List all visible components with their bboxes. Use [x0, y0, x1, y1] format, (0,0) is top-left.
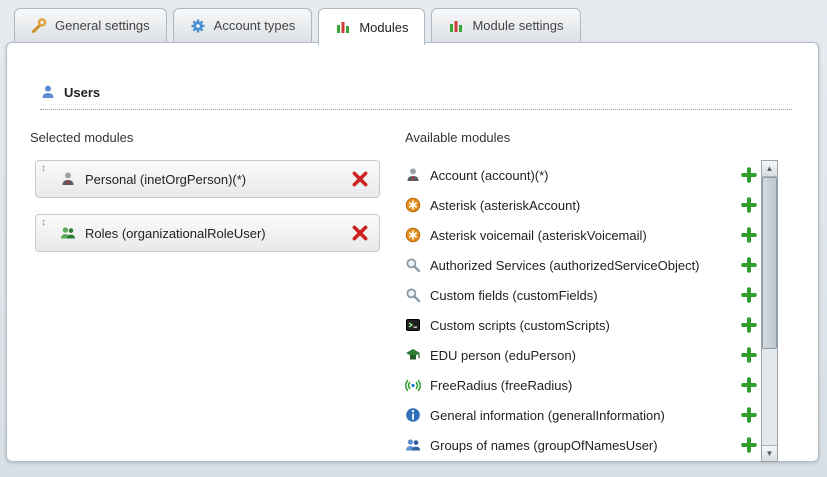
available-module-label: Authorized Services (authorizedServiceOb…: [430, 258, 732, 273]
add-icon[interactable]: [741, 197, 757, 213]
available-modules-scrollbar: ▲ ▼: [761, 160, 778, 462]
tab-module-settings[interactable]: Module settings: [431, 8, 580, 42]
available-modules-list: Account (account)(*) Asterisk (asteriskA…: [405, 160, 757, 460]
tab-modules[interactable]: Modules: [318, 8, 425, 45]
tab-label: Account types: [214, 18, 296, 33]
module-settings-icon: [448, 18, 464, 34]
available-module-account: Account (account)(*): [405, 160, 757, 190]
tab-label: General settings: [55, 18, 150, 33]
asterisk-icon: [405, 197, 421, 213]
available-module-label: Asterisk voicemail (asteriskVoicemail): [430, 228, 732, 243]
available-module-custom-fields: Custom fields (customFields): [405, 280, 757, 310]
add-icon[interactable]: [741, 437, 757, 453]
available-module-asterisk-voicemail: Asterisk voicemail (asteriskVoicemail): [405, 220, 757, 250]
available-module-custom-scripts: Custom scripts (customScripts): [405, 310, 757, 340]
tab-bar: General settings Account types Modules M…: [14, 8, 581, 45]
add-icon[interactable]: [741, 347, 757, 363]
selected-module-personal: ↕ Personal (inetOrgPerson)(*): [35, 160, 380, 198]
available-module-asterisk: Asterisk (asteriskAccount): [405, 190, 757, 220]
add-icon[interactable]: [741, 287, 757, 303]
wrench-icon: [31, 18, 47, 34]
terminal-icon: [405, 317, 421, 333]
modules-icon: [335, 19, 351, 35]
group-icon: [405, 437, 421, 453]
tab-label: Module settings: [472, 18, 563, 33]
available-module-label: Custom scripts (customScripts): [430, 318, 732, 333]
available-module-label: FreeRadius (freeRadius): [430, 378, 732, 393]
selected-module-label: Roles (organizationalRoleUser): [85, 226, 342, 241]
add-icon[interactable]: [741, 167, 757, 183]
magnifier-icon: [405, 287, 421, 303]
selected-modules-list: ↕ Personal (inetOrgPerson)(*) ↕ Roles (o…: [35, 160, 380, 268]
available-module-label: Custom fields (customFields): [430, 288, 732, 303]
scroll-up-icon[interactable]: ▲: [762, 161, 777, 177]
magnifier-icon: [405, 257, 421, 273]
scrollbar-track[interactable]: [762, 177, 777, 445]
gear-icon: [190, 18, 206, 34]
available-module-general-information: General information (generalInformation): [405, 400, 757, 430]
add-icon[interactable]: [741, 407, 757, 423]
available-module-authorized-services: Authorized Services (authorizedServiceOb…: [405, 250, 757, 280]
available-module-label: Account (account)(*): [430, 168, 732, 183]
asterisk-voicemail-icon: [405, 227, 421, 243]
available-module-label: EDU person (eduPerson): [430, 348, 732, 363]
scrollbar-thumb[interactable]: [762, 177, 777, 349]
drag-handle-icon[interactable]: ↕: [41, 164, 46, 174]
available-modules-heading: Available modules: [405, 130, 510, 145]
available-module-freeradius: FreeRadius (freeRadius): [405, 370, 757, 400]
add-icon[interactable]: [741, 377, 757, 393]
add-icon[interactable]: [741, 317, 757, 333]
tab-label: Modules: [359, 20, 408, 35]
user-icon: [40, 84, 56, 100]
available-module-label: General information (generalInformation): [430, 408, 732, 423]
info-icon: [405, 407, 421, 423]
tab-account-types[interactable]: Account types: [173, 8, 313, 42]
selected-module-label: Personal (inetOrgPerson)(*): [85, 172, 342, 187]
available-module-label: Groups of names (groupOfNamesUser): [430, 438, 732, 453]
selected-modules-heading: Selected modules: [30, 130, 133, 145]
drag-handle-icon[interactable]: ↕: [41, 218, 46, 228]
available-module-groups-of-names: Groups of names (groupOfNamesUser): [405, 430, 757, 460]
delete-icon[interactable]: [351, 170, 369, 188]
personal-icon: [60, 171, 76, 187]
available-module-label: Asterisk (asteriskAccount): [430, 198, 732, 213]
graduation-icon: [405, 347, 421, 363]
tab-general-settings[interactable]: General settings: [14, 8, 167, 42]
radio-waves-icon: [405, 377, 421, 393]
roles-icon: [60, 225, 76, 241]
selected-module-roles: ↕ Roles (organizationalRoleUser): [35, 214, 380, 252]
delete-icon[interactable]: [351, 224, 369, 242]
available-module-edu-person: EDU person (eduPerson): [405, 340, 757, 370]
section-title: Users: [64, 85, 100, 100]
add-icon[interactable]: [741, 227, 757, 243]
add-icon[interactable]: [741, 257, 757, 273]
section-heading-users: Users: [40, 84, 792, 110]
scroll-down-icon[interactable]: ▼: [762, 445, 777, 461]
account-icon: [405, 167, 421, 183]
